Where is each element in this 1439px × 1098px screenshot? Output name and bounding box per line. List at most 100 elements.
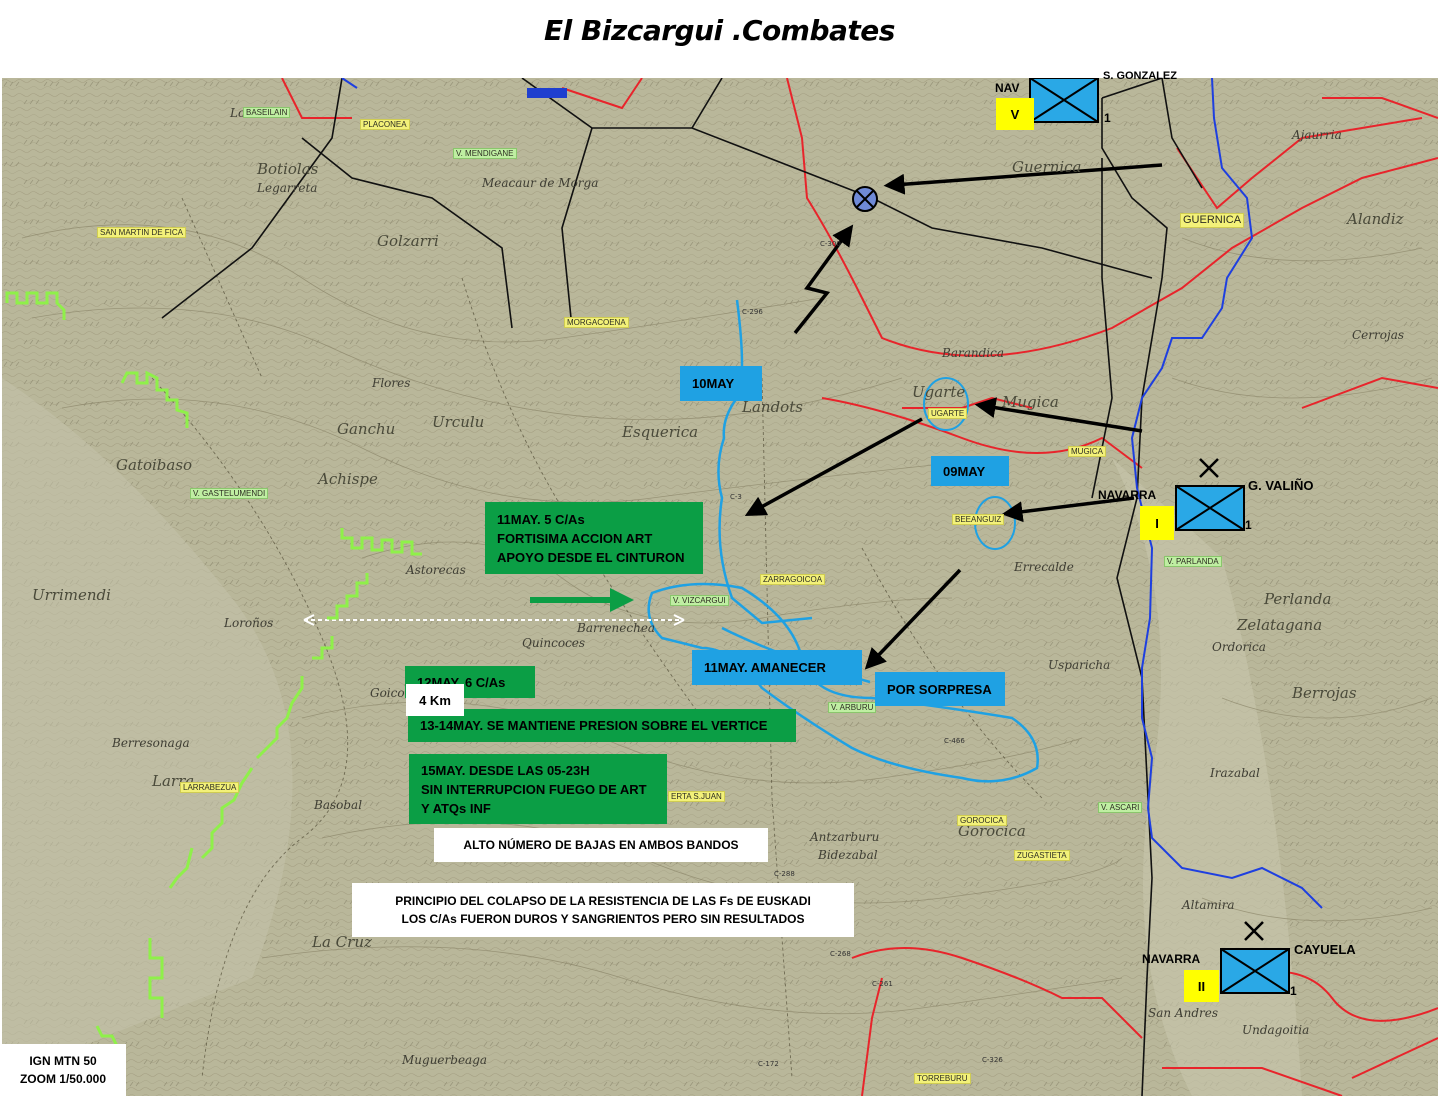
event-line: 15MAY. DESDE LAS 05-23H — [421, 762, 590, 778]
place-name: Astorecas — [406, 563, 466, 577]
place-name: Altamira — [1182, 898, 1235, 912]
place-name: Usparicha — [1048, 658, 1111, 672]
map-label: BEEANGUIZ — [952, 514, 1005, 525]
map-label: TORREBURU — [914, 1073, 971, 1084]
map-label: BASEILAIN — [243, 107, 291, 118]
event-line: APOYO DESDE EL CINTURON — [497, 549, 685, 565]
place-name: Esquerica — [622, 423, 699, 441]
road-number: C-172 — [758, 1060, 779, 1068]
place-name: Meacaur de Morga — [482, 176, 599, 190]
brigade-badge: II — [1184, 970, 1219, 1002]
road-number: C-261 — [872, 980, 893, 988]
event-label: 13-14MAY. SE MANTIENE PRESION SOBRE EL V… — [420, 718, 768, 733]
event-line: Y ATQs INF — [421, 800, 491, 816]
map-label: V. VIZCARGUI — [670, 595, 729, 606]
place-name: Berrojas — [1292, 684, 1357, 702]
road-number: C-300 — [820, 240, 841, 248]
place-name: Botiolas — [257, 160, 319, 178]
place-name: Barandica — [942, 346, 1004, 360]
place-name: Legarreta — [257, 181, 318, 195]
event-label: POR SORPRESA — [887, 681, 992, 697]
note-line: PRINCIPIO DEL COLAPSO DE LA RESISTENCIA … — [395, 894, 811, 908]
road-number: C-268 — [830, 950, 851, 958]
place-name: Cerrojas — [1352, 328, 1405, 342]
map-label: V. ARBURU — [828, 702, 877, 713]
map-label: GOROCICA — [957, 815, 1007, 826]
source-zoom-note: IGN MTN 50 ZOOM 1/50.000 — [0, 1044, 126, 1096]
map-label: LARRABEZUA — [180, 782, 240, 793]
map-label: V. PARLANDA — [1164, 556, 1222, 567]
place-name: Golzarri — [377, 232, 439, 250]
place-name: Urculu — [432, 413, 485, 431]
map-label: GUERNICA — [1180, 213, 1245, 228]
map-label: ERTA S.JUAN — [668, 791, 725, 802]
event-surprise: POR SORPRESA — [875, 672, 1005, 706]
event-may09: 09MAY — [931, 456, 1009, 486]
place-name: Zelatagana — [1237, 616, 1323, 634]
map-label: V. GASTELUMENDI — [190, 488, 269, 499]
place-name: Alandiz — [1347, 210, 1404, 228]
place-name: Gatoibaso — [116, 456, 193, 474]
place-name: Basobal — [314, 798, 363, 812]
road-number: C-296 — [742, 308, 763, 316]
unit-commander: CAYUELA — [1294, 942, 1356, 957]
topographic-map[interactable]: Lotina Botiolas Legarreta Meacaur de Mor… — [2, 78, 1438, 1096]
place-name: Ganchu — [337, 420, 396, 438]
infantry-unit-icon — [1029, 78, 1099, 123]
note-line: LOS C/As FUERON DUROS Y SANGRIENTOS PERO… — [401, 912, 805, 926]
event-label: 11MAY. AMANECER — [704, 660, 826, 675]
unit-number: 1 — [1245, 518, 1252, 532]
unit-commander: S. GONZALEZ — [1103, 70, 1177, 82]
event-may11-artillery: 11MAY. 5 C/As FORTISIMA ACCION ART APOYO… — [485, 502, 703, 574]
place-name: Urrimendi — [32, 586, 111, 604]
brigade-number: I — [1155, 515, 1159, 531]
place-name: Errecalde — [1014, 560, 1074, 574]
place-name: Muguerbeaga — [402, 1053, 488, 1067]
place-name: Bidezabal — [818, 848, 878, 862]
event-label: 09MAY — [943, 463, 986, 479]
road-number: C-3 — [730, 493, 742, 501]
brigade-badge: I — [1140, 506, 1174, 540]
map-drawing — [2, 78, 1438, 1096]
brigade-number: V — [1010, 106, 1020, 122]
place-name: Barrenechea — [577, 621, 656, 635]
map-label: V. ASCARI — [1098, 802, 1143, 813]
road-number: C-466 — [944, 737, 965, 745]
place-name: Berresonaga — [112, 736, 190, 750]
event-may11-dawn: 11MAY. AMANECER — [692, 650, 862, 685]
road-number: C-326 — [982, 1056, 1003, 1064]
event-may10: 10MAY — [680, 366, 762, 401]
map-label: V. MENDIGANE — [453, 148, 517, 159]
map-label: ZARRAGOICOA — [760, 574, 826, 585]
map-label: SAN MARTIN DE FICA — [97, 227, 186, 238]
event-line: FORTISIMA ACCION ART — [497, 530, 653, 546]
note-text: ALTO NÚMERO DE BAJAS EN AMBOS BANDOS — [463, 838, 739, 852]
event-line: SIN INTERRUPCION FUEGO DE ART — [421, 781, 647, 797]
place-name: San Andres — [1148, 1006, 1218, 1020]
zoom-line: ZOOM 1/50.000 — [19, 1072, 107, 1086]
crossed-circle-objective-icon — [852, 186, 878, 212]
scale-label: 4 Km — [406, 684, 464, 716]
place-name: Ugarte — [912, 383, 966, 401]
unit-formation: NAVARRA — [1098, 488, 1157, 502]
map-label: MUGICA — [1068, 446, 1106, 457]
event-line: 11MAY. 5 C/As — [497, 511, 585, 527]
place-name: Antzarburu — [810, 830, 880, 844]
place-name: Guernica — [1012, 158, 1082, 176]
event-label: 10MAY — [692, 376, 735, 391]
blue-marker — [527, 88, 567, 98]
unit-formation: NAVARRA — [1142, 952, 1201, 966]
map-label: PLACONEA — [360, 119, 410, 130]
scale-distance: 4 Km — [419, 692, 451, 708]
event-may15: 15MAY. DESDE LAS 05-23H SIN INTERRUPCION… — [409, 754, 667, 824]
place-name: Quincoces — [522, 636, 586, 650]
unit-number: 1 — [1104, 111, 1111, 125]
map-title: El Bizcargui .Combates — [544, 14, 895, 47]
map-label: MORGACOENA — [564, 317, 629, 328]
place-name: Flores — [372, 376, 411, 390]
place-name: Undagoitia — [1242, 1023, 1310, 1037]
place-name: Ordorica — [1212, 640, 1266, 654]
map-label: ZUGASTIETA — [1014, 850, 1070, 861]
place-name: Ajaurria — [1292, 128, 1342, 142]
road-number: C-288 — [774, 870, 795, 878]
